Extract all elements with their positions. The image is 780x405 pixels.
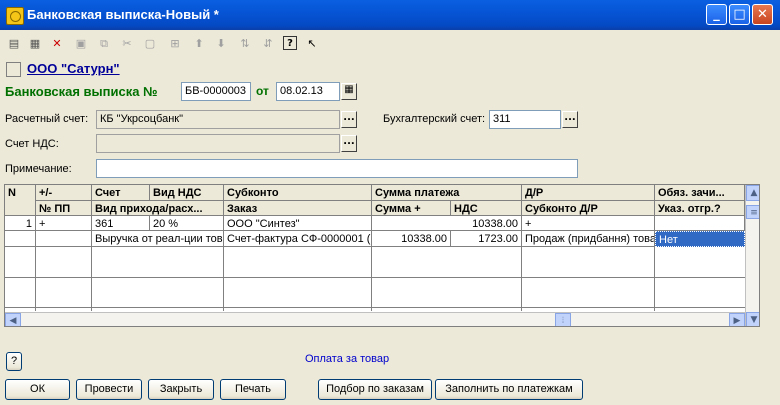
context-help-icon[interactable]: ↖ [304, 36, 320, 51]
grid-line [521, 247, 522, 311]
doc-number-field[interactable]: БВ-0000003 [181, 82, 251, 101]
fill-by-payments-button[interactable]: Заполнить по платежкам [435, 379, 583, 400]
scroll-thumb-vertical[interactable]: ≡ [746, 205, 759, 219]
cell-subconto[interactable]: ООО "Синтез" [224, 216, 372, 231]
status-text: Оплата за товар [305, 353, 390, 365]
scroll-thumb-horizontal[interactable]: ⦙ [555, 313, 571, 326]
acc-select-button[interactable]: ... [562, 111, 578, 128]
cell-dr[interactable]: + [522, 216, 655, 231]
col-order[interactable]: Заказ [224, 201, 372, 216]
account-field[interactable]: КБ "Укрсоцбанк" [96, 110, 340, 129]
calendar-icon[interactable]: ▦ [341, 83, 357, 100]
col-vat[interactable]: НДС [451, 201, 522, 216]
col-shipment[interactable]: Указ. отгр.? [655, 201, 745, 216]
cell-subconto-dr[interactable]: Продаж (придбання) това [522, 231, 655, 247]
close-form-button[interactable]: Закрыть [148, 379, 214, 400]
col-account[interactable]: Счет [92, 185, 150, 201]
ok-button[interactable]: ОК [5, 379, 70, 400]
scroll-up-icon[interactable]: ▲ [746, 185, 759, 201]
window-title: Банковская выписка-Новый * [27, 7, 219, 22]
account-label: Расчетный счет: [5, 113, 89, 125]
grid-line [91, 247, 92, 311]
org-link[interactable]: ООО "Сатурн" [27, 61, 120, 76]
select-by-orders-button[interactable]: Подбор по заказам [318, 379, 432, 400]
app-icon [6, 7, 24, 25]
col-subconto-dr[interactable]: Субконто Д/Р [522, 201, 655, 216]
grid-line [35, 247, 36, 311]
grid-line [5, 307, 745, 308]
vertical-scrollbar[interactable]: ▲ ≡ ▼ [745, 185, 759, 326]
col-n[interactable]: N [5, 185, 36, 216]
payments-table[interactable]: N +/- Счет Вид НДС Субконто Сумма платеж… [4, 184, 760, 327]
horizontal-scrollbar[interactable]: ◀ ⦙ ▶ [5, 312, 745, 326]
toolbar: ▤ ▦ ✕ ▣ ⧉ ✂ ▢ ⊞ ⬆ ⬇ ⇅ ⇵ ? ↖ [0, 30, 780, 56]
scroll-left-icon[interactable]: ◀ [5, 313, 21, 326]
scroll-down-icon[interactable]: ▼ [746, 312, 759, 326]
grid-line [5, 277, 745, 278]
paste-icon[interactable]: ▢ [142, 36, 158, 51]
cell-order[interactable]: Счет-фактура СФ-0000001 ( [224, 231, 372, 247]
copy-icon[interactable]: ⧉ [96, 36, 112, 51]
cell-sign[interactable]: + [36, 216, 92, 231]
vat-select-button[interactable]: ... [341, 135, 357, 152]
post-button[interactable]: Провести [76, 379, 142, 400]
col-pp-number[interactable]: № ПП [36, 201, 92, 216]
note-field[interactable] [96, 159, 578, 178]
col-payment-sum[interactable]: Сумма платежа [372, 185, 522, 201]
help-button[interactable]: ? [6, 352, 22, 371]
col-obligation[interactable]: Обяз. зачи... [655, 185, 745, 201]
note-label: Примечание: [5, 163, 72, 175]
acc-field[interactable]: 311 [489, 110, 561, 129]
grid-line [654, 247, 655, 311]
cell-sum-plus[interactable]: 10338.00 [372, 231, 451, 247]
maximize-button[interactable]: □ [729, 4, 750, 25]
edit-row-icon[interactable]: ▣ [73, 36, 89, 51]
col-sign[interactable]: +/- [36, 185, 92, 201]
grid-line [223, 247, 224, 311]
minimize-button[interactable]: _ [706, 4, 727, 25]
account-select-button[interactable]: ... [341, 111, 357, 128]
cell-account[interactable]: 361 [92, 216, 150, 231]
move-up-icon[interactable]: ⬆ [191, 36, 207, 51]
print-button[interactable]: Печать [220, 379, 286, 400]
move-down-icon[interactable]: ⬇ [213, 36, 229, 51]
cell-obligation[interactable] [655, 216, 745, 231]
close-button[interactable]: ✕ [752, 4, 773, 25]
acc-label: Бухгалтерский счет: [383, 113, 486, 125]
date-label: от [256, 84, 269, 98]
cell-payment-sum[interactable]: 10338.00 [372, 216, 522, 231]
delete-row-icon[interactable]: ✕ [49, 36, 65, 51]
title-bar[interactable]: Банковская выписка-Новый * _ □ ✕ [0, 0, 780, 30]
vat-label: Счет НДС: [5, 138, 59, 150]
vat-field[interactable] [96, 134, 340, 153]
date-field[interactable]: 08.02.13 [276, 82, 340, 101]
cell-shipment-selected[interactable]: Нет [655, 231, 745, 247]
org-checkbox[interactable] [6, 62, 21, 77]
help-icon[interactable]: ? [283, 36, 297, 50]
col-subconto[interactable]: Субконто [224, 185, 372, 201]
cell-n-empty[interactable] [5, 231, 36, 247]
col-sum-plus[interactable]: Сумма + [372, 201, 451, 216]
sort-asc-icon[interactable]: ⇅ [237, 36, 253, 51]
col-income-type[interactable]: Вид прихода/расх... [92, 201, 224, 216]
add-row-icon[interactable]: ▤ [6, 36, 22, 51]
cell-vat[interactable]: 1723.00 [451, 231, 522, 247]
col-dr[interactable]: Д/Р [522, 185, 655, 201]
form-title: Банковская выписка № [5, 84, 158, 99]
cell-pp-number[interactable] [36, 231, 92, 247]
cell-n[interactable]: 1 [5, 216, 36, 231]
sort-desc-icon[interactable]: ⇵ [260, 36, 276, 51]
filter-icon[interactable]: ⊞ [167, 36, 183, 51]
grid-line [371, 247, 372, 311]
cell-income-type[interactable]: Выручка от реал-ции тов [92, 231, 224, 247]
scroll-right-icon[interactable]: ▶ [729, 313, 745, 326]
cut-icon[interactable]: ✂ [119, 36, 135, 51]
copy-row-icon[interactable]: ▦ [27, 36, 43, 51]
col-vat-type[interactable]: Вид НДС [150, 185, 224, 201]
cell-vat-type[interactable]: 20 % [150, 216, 224, 231]
